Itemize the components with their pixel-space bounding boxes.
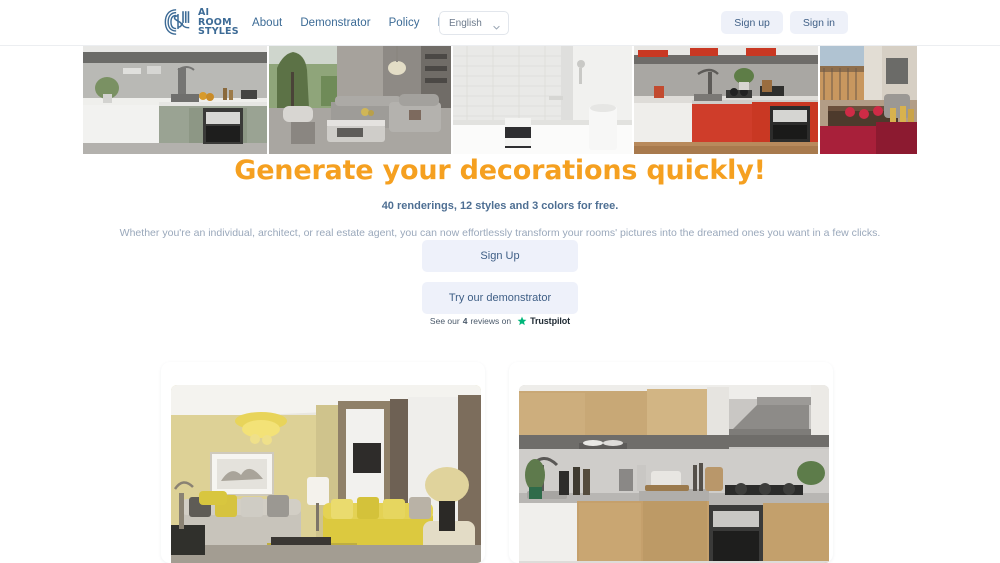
gallery-image-yellow-living-room: [171, 385, 481, 563]
gallery-section: [161, 362, 834, 563]
language-select[interactable]: English: [439, 11, 509, 35]
trustpilot-review-count: 4: [462, 316, 468, 326]
brand-wordmark: AI ROOM STYLES: [198, 8, 239, 37]
gallery-image-wood-grey-kitchen: [519, 385, 829, 563]
chevron-down-icon: [492, 19, 501, 29]
trustpilot-middle-label: reviews on: [470, 316, 512, 326]
hero-subtitle: 40 renderings, 12 styles and 3 colors fo…: [381, 199, 619, 212]
hero-image-white-bathroom: [453, 46, 632, 154]
brand-line-3: STYLES: [198, 26, 239, 38]
nav-link-policy[interactable]: Policy: [389, 17, 420, 29]
hero-image-strip: [83, 46, 917, 154]
auth-buttons: Sign up Sign in: [721, 11, 848, 34]
gallery-card[interactable]: [509, 362, 833, 563]
site-header: AI ROOM STYLES About Demonstrator Policy…: [0, 0, 1000, 46]
hero-image-red-terrace-living-room: [820, 46, 917, 154]
brand-logo-link[interactable]: AI ROOM STYLES: [163, 7, 239, 38]
sign-up-button[interactable]: Sign up: [721, 11, 783, 34]
hero-cta-group: Sign Up Try our demonstrator: [422, 240, 578, 314]
language-select-value: English: [449, 17, 482, 29]
hero-image-grey-living-room: [269, 46, 451, 154]
airoomstyles-spiral-logo-icon: [163, 7, 193, 38]
hero-section: Generate your decorations quickly! 40 re…: [0, 154, 1000, 239]
page-title: Generate your decorations quickly!: [234, 155, 766, 186]
trustpilot-rating[interactable]: See our 4 reviews on Trustpilot: [0, 316, 1000, 326]
nav-link-about[interactable]: About: [252, 17, 282, 29]
nav-link-demonstrator[interactable]: Demonstrator: [300, 17, 370, 29]
gallery-card[interactable]: [161, 362, 485, 563]
sign-in-button[interactable]: Sign in: [789, 11, 848, 34]
hero-image-green-kitchen: [83, 46, 267, 154]
hero-description: Whether you're an individual, architect,…: [119, 226, 881, 239]
hero-image-red-kitchen: [634, 46, 818, 154]
try-demonstrator-cta-button[interactable]: Try our demonstrator: [422, 282, 578, 314]
sign-up-cta-button[interactable]: Sign Up: [422, 240, 578, 272]
trustpilot-prefix-label: See our: [429, 316, 460, 326]
trustpilot-star-icon: [517, 316, 527, 326]
trustpilot-brand-label: Trustpilot: [530, 316, 571, 326]
